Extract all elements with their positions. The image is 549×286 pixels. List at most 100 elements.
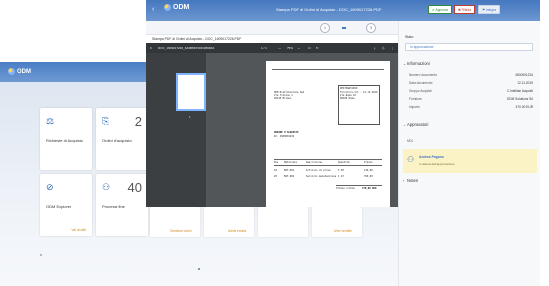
step-3[interactable]: 3: [366, 23, 376, 33]
info-row: Numero documento 4500001234: [409, 73, 533, 77]
tile-link[interactable]: Vai ai dati: [71, 228, 86, 232]
info-key: Numero documento: [409, 73, 437, 77]
tile-label: Richieste di Acquisto: [46, 138, 83, 143]
table-header-cell: Materiale: [284, 161, 297, 164]
info-row: Gruppo Acquisti C.Intellian Acquisti: [409, 89, 533, 93]
chevron-down-icon[interactable]: ⌄: [403, 123, 406, 127]
document-title: Stampa PDF di Ordini di Acquisto - DOC_1…: [146, 35, 398, 43]
table-cell: 10: [274, 169, 277, 172]
page-indicator-dot: [198, 268, 200, 270]
approver-name: Andrea Pagano: [419, 155, 444, 159]
step-1[interactable]: 1: [320, 23, 330, 33]
page-indicator-dot: [40, 254, 42, 256]
page-thumbnail[interactable]: [176, 73, 206, 111]
info-row: Importo 470,00 EUR: [409, 105, 533, 109]
viewer-logo-text: ODM: [173, 4, 190, 11]
tile-processi[interactable]: ⚇ 40 Processi fine: [96, 174, 148, 236]
tile-odm-explorer[interactable]: ⊘ ODM Explorer Vai ai dati: [40, 174, 92, 236]
info-value: C.Intellian Acquisti: [506, 89, 533, 93]
tile-label: Ordini d'acquisto: [102, 138, 132, 143]
total-value: 470,00 EUR: [362, 187, 377, 190]
lower-tile-link[interactable]: Gestione ordini: [170, 229, 191, 233]
fit-page-icon[interactable]: ⊡: [308, 46, 311, 50]
pdf-viewer[interactable]: ≡ DOC_1609017226_6A6B8D72DD1B6D91 1 / 1 …: [146, 43, 398, 207]
table-rule: [274, 165, 382, 166]
approver-role: In attesa dell'approvazione: [419, 162, 455, 166]
viewer-shell-title: Stampa PDF di Ordini di Acquisto - DOC_1…: [276, 7, 382, 12]
info-row: Data documento 12.11.2019: [409, 81, 533, 85]
table-cell: Servizio manutenzione: [306, 175, 337, 178]
approver-card[interactable]: ⚇ Andrea Pagano In attesa dell'approvazi…: [403, 149, 537, 173]
integrate-button[interactable]: ⚑ Integra: [478, 5, 501, 14]
order-title: ORDINE D'ACQUISTO: [274, 131, 299, 134]
info-value: 12.11.2019: [517, 81, 533, 85]
pdf-filename: DOC_1609017226_6A6B8D72DD1B6D91: [158, 46, 215, 50]
info-key: Gruppo Acquisti: [409, 89, 432, 93]
pdf-page-indicator[interactable]: 1 / 1: [261, 46, 267, 50]
step-current-indicator: [342, 27, 346, 29]
viewer-shell-bar: ‹ ODM Stampa PDF di Ordini di Acquisto -…: [146, 0, 540, 21]
info-key: Data documento: [409, 81, 433, 85]
zoom-in-icon[interactable]: +: [298, 46, 300, 50]
zoom-out-icon[interactable]: —: [278, 46, 281, 50]
lower-tile-link[interactable]: Altre vendite: [334, 229, 352, 233]
lower-tile-3[interactable]: [258, 207, 308, 237]
table-header-cell: Quantità: [338, 161, 350, 164]
odm-logo-icon: [164, 4, 171, 11]
total-label: Totale ordine: [336, 187, 355, 190]
table-cell: 1 AT: [338, 175, 344, 178]
chevron-right-icon[interactable]: ›: [403, 179, 404, 183]
table-header-cell: Descrizione: [306, 161, 322, 164]
recipient-title: DESTINATARIO: [340, 87, 358, 90]
print-icon[interactable]: ⎙: [382, 46, 384, 50]
table-cell: 120,00: [364, 169, 373, 172]
details-panel: Stato In approvazione ⌄ Informazioni Num…: [398, 21, 540, 286]
document-icon: ⎘: [102, 116, 110, 126]
lower-tile-4[interactable]: Altre vendite: [312, 207, 362, 237]
table-cell: Articolo di prova: [306, 169, 331, 172]
thumbnail-page-number: 1: [189, 115, 191, 119]
table-header-cell: Prezzo: [364, 161, 373, 164]
info-value: ODM Solutions Srl: [506, 97, 533, 101]
viewer-logo[interactable]: ODM: [164, 4, 189, 11]
lower-tile-link[interactable]: Alerts emails: [228, 229, 246, 233]
table-rule: [274, 159, 382, 160]
chevron-down-icon[interactable]: ⌄: [403, 62, 406, 66]
launchpad-logo[interactable]: ODM: [8, 68, 31, 75]
more-icon[interactable]: ⋮: [391, 46, 394, 50]
info-key: Importo: [409, 105, 420, 109]
pdf-toolbar: ≡ DOC_1609017226_6A6B8D72DD1B6D91 1 / 1 …: [146, 43, 398, 53]
reject-button[interactable]: ✖ Rifiuta: [454, 5, 476, 14]
menu-icon[interactable]: ≡: [150, 46, 152, 50]
rotate-icon[interactable]: ↻: [316, 46, 319, 50]
table-header-cell: Pos: [274, 161, 279, 164]
people-icon: ⚇: [102, 182, 111, 192]
info-value: 4500001234: [515, 73, 533, 77]
approve-button[interactable]: ✔ Approva: [428, 5, 452, 14]
info-key: Fornitore: [409, 97, 422, 101]
explorer-icon: ⊘: [46, 182, 54, 192]
download-icon[interactable]: ⤓: [374, 46, 375, 50]
lower-tile-1[interactable]: Gestione ordini: [150, 207, 200, 237]
scale-icon: ⚖: [46, 116, 55, 126]
order-number: Nr. 4500001234: [274, 135, 295, 138]
table-cell: 20: [274, 175, 277, 178]
launchpad-logo-text: ODM: [17, 68, 31, 75]
table-cell: MAT-002: [284, 175, 295, 178]
back-arrow-icon[interactable]: ‹: [152, 6, 160, 14]
tile-count: 40: [127, 180, 142, 195]
tile-ordini-acquisto[interactable]: ⎘ 2 Ordini d'acquisto: [96, 108, 148, 170]
informazioni-title[interactable]: Informazioni: [407, 61, 430, 66]
tile-richieste-acquisto[interactable]: ⚖ Richieste di Acquisto: [40, 108, 92, 170]
tile-label: Processi fine: [102, 204, 125, 209]
approvatori-title[interactable]: Approvatori: [407, 122, 428, 127]
person-icon: ⚇: [407, 155, 415, 164]
pdf-zoom[interactable]: 75%: [287, 46, 293, 50]
table-cell: MAT-001: [284, 169, 295, 172]
approval-step: M01: [407, 139, 414, 143]
table-cell: 5 PZ: [338, 169, 344, 172]
notes-title[interactable]: Notes: [407, 178, 418, 183]
lower-tile-2[interactable]: Alerts emails: [204, 207, 254, 237]
stato-field[interactable]: In approvazione: [405, 43, 533, 51]
pdf-page: ODM Distribuzione SpA Via Tiziano 1 2014…: [266, 61, 390, 207]
